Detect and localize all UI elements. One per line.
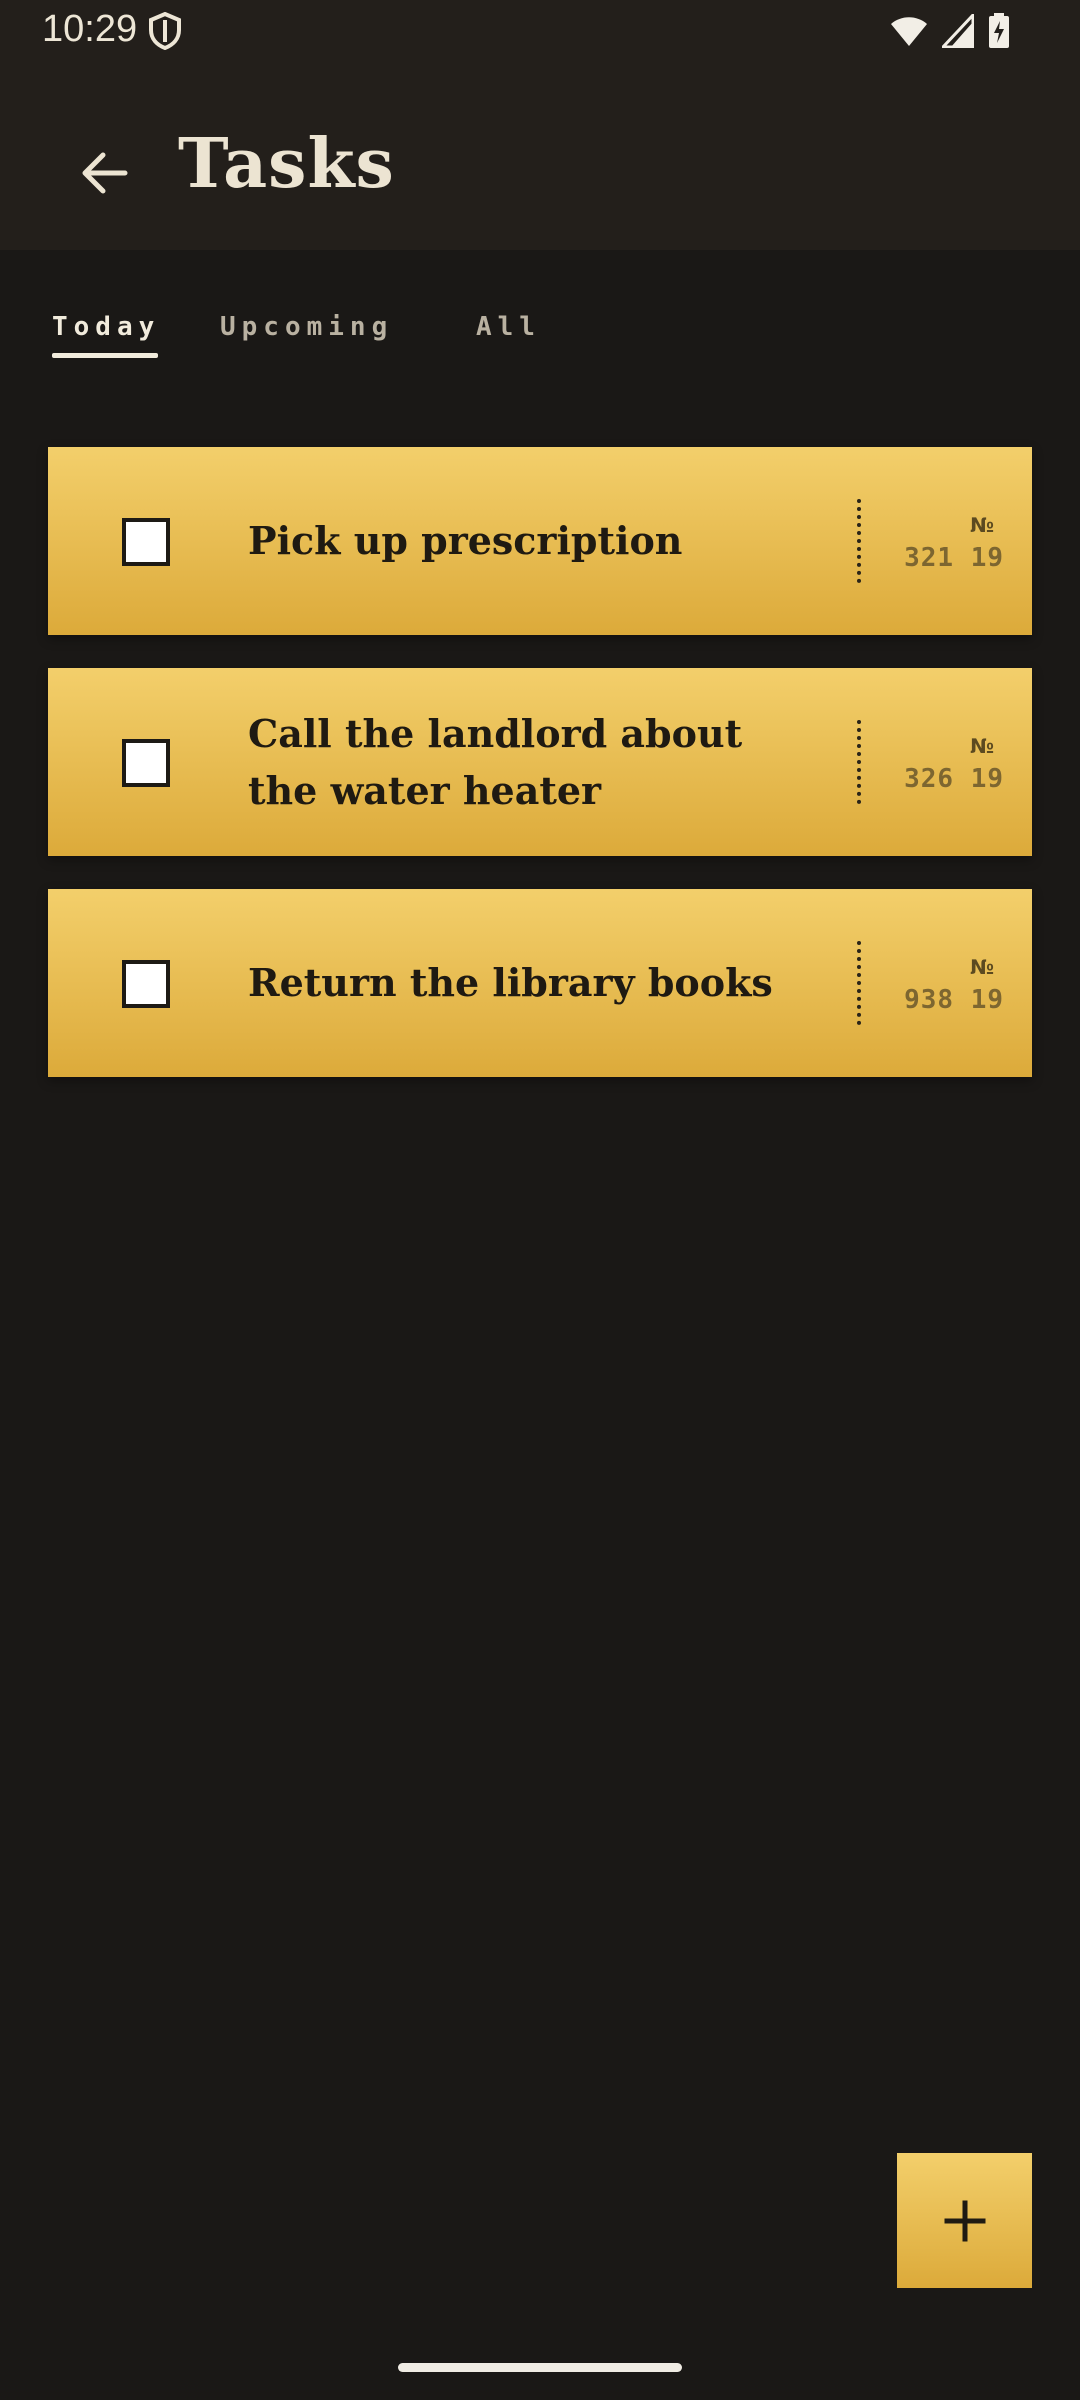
shield-icon [149,12,181,50]
task-card[interactable]: Pick up prescription № 321 19 [48,447,1032,635]
tab-upcoming[interactable]: Upcoming [220,312,393,342]
number-sign: № [969,955,994,979]
task-code: 321 19 [904,543,1004,573]
add-task-button[interactable] [897,2153,1032,2288]
tab-today[interactable]: Today [52,312,160,342]
tab-active-indicator [52,353,158,358]
task-card[interactable]: Call the landlord about the water heater… [48,668,1032,856]
plus-icon [944,2200,985,2241]
task-checkbox[interactable] [122,518,170,566]
cellular-icon [942,14,974,48]
task-code: 326 19 [904,764,1004,794]
task-card[interactable]: Return the library books № 938 19 [48,889,1032,1077]
task-title: Call the landlord about the water heater [248,711,743,813]
back-button[interactable] [68,136,142,210]
status-icons [890,12,1010,50]
task-code: 938 19 [904,985,1004,1015]
status-bar: 10:29 [0,0,1080,62]
tab-all[interactable]: All [476,312,541,342]
dotted-divider [857,941,861,1025]
app-bar: Tasks [0,62,1080,250]
page-title: Tasks [178,124,395,204]
wifi-icon [891,17,927,46]
number-sign: № [969,734,994,758]
status-time: 10:29 [42,8,138,50]
arrow-back-icon [82,152,128,194]
tab-bar: Today Upcoming All [0,300,1080,380]
task-checkbox[interactable] [122,960,170,1008]
dotted-divider [857,720,861,804]
number-sign: № [969,513,994,537]
home-indicator[interactable] [398,2363,682,2372]
task-checkbox[interactable] [122,739,170,787]
task-title: Return the library books [248,960,773,1005]
task-title: Pick up prescription [248,518,683,563]
battery-charging-icon [989,13,1009,48]
dotted-divider [857,499,861,583]
